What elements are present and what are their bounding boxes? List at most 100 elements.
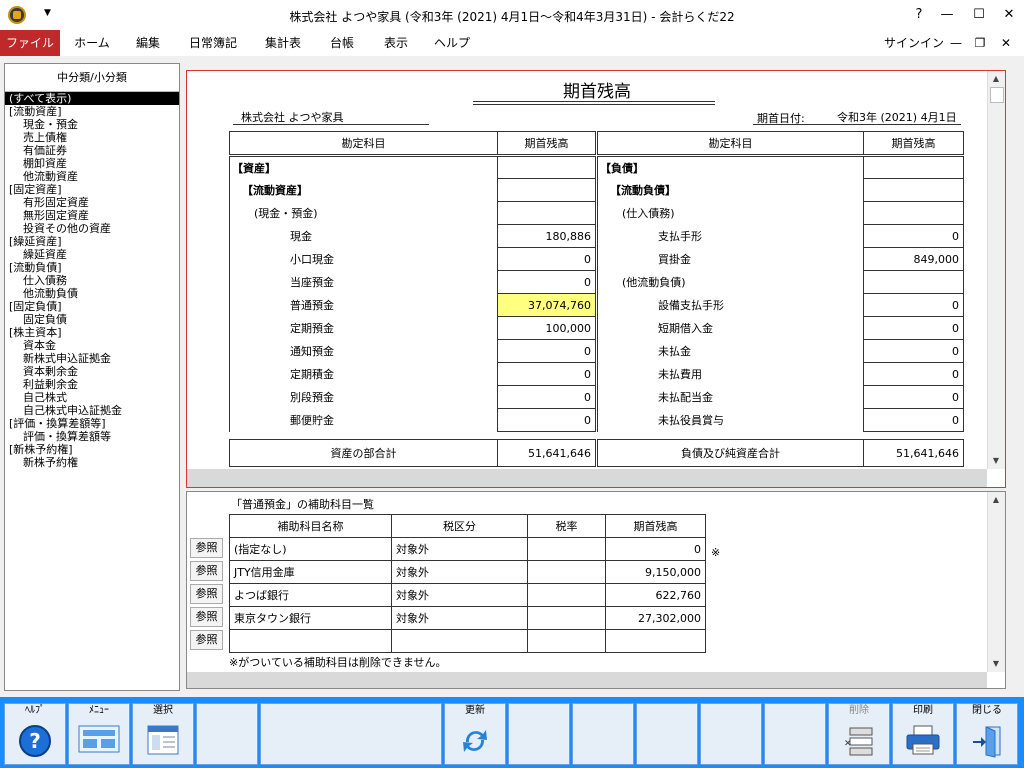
sidebar-item[interactable]: [新株予約権] <box>5 443 179 456</box>
sidebar-item[interactable]: 利益剰余金 <box>5 378 179 391</box>
sub-scroll-up-icon[interactable]: ▲ <box>988 492 1004 508</box>
menu-help[interactable]: ヘルプ <box>428 30 476 56</box>
sidebar-item[interactable]: 他流動資産 <box>5 170 179 183</box>
subaccount-rate-cell[interactable] <box>527 537 606 561</box>
reference-button[interactable]: 参照 <box>190 584 223 604</box>
sidebar-item[interactable]: [流動負債] <box>5 261 179 274</box>
subaccount-name-cell[interactable]: よつば銀行 <box>229 583 392 607</box>
liabilities-balance-cell[interactable]: 0 <box>863 293 964 317</box>
menu-home[interactable]: ホーム <box>68 30 116 56</box>
assets-balance-cell[interactable]: 0 <box>497 362 596 386</box>
subaccount-row[interactable]: JTY信用金庫 対象外 9,150,000 <box>229 560 706 584</box>
ribbon-close-button[interactable]: ✕ <box>996 30 1016 56</box>
ribbon-restore-button[interactable]: ❐ <box>970 30 990 56</box>
menu-summary[interactable]: 集計表 <box>256 30 310 56</box>
sidebar-item[interactable]: 新株予約権 <box>5 456 179 469</box>
signin-link[interactable]: サインイン <box>884 30 944 56</box>
delete-button[interactable]: 削除 ✕ <box>828 703 890 765</box>
liabilities-balance-cell[interactable]: 0 <box>863 408 964 432</box>
sidebar-item[interactable]: [繰延資産] <box>5 235 179 248</box>
sidebar-item[interactable]: 自己株式 <box>5 391 179 404</box>
subaccount-name-cell[interactable] <box>229 629 392 653</box>
assets-balance-cell[interactable] <box>497 155 596 179</box>
subaccount-name-cell[interactable]: (指定なし) <box>229 537 392 561</box>
sidebar-item[interactable]: 無形固定資産 <box>5 209 179 222</box>
maximize-button[interactable]: ☐ <box>966 4 992 26</box>
liabilities-balance-cell[interactable] <box>863 178 964 202</box>
sidebar-item[interactable]: [評価・換算差額等] <box>5 417 179 430</box>
assets-balance-cell[interactable]: 180,886 <box>497 224 596 248</box>
liabilities-balance-cell[interactable]: 0 <box>863 362 964 386</box>
assets-balance-cell[interactable]: 37,074,760 <box>497 293 596 317</box>
sidebar-item[interactable]: 他流動負債 <box>5 287 179 300</box>
sidebar-item[interactable]: 現金・預金 <box>5 118 179 131</box>
assets-balance-cell[interactable]: 0 <box>497 339 596 363</box>
sidebar-item[interactable]: 資本剰余金 <box>5 365 179 378</box>
liabilities-balance-cell[interactable]: 0 <box>863 385 964 409</box>
horizontal-scrollbar[interactable] <box>187 469 987 487</box>
sub-horizontal-scrollbar[interactable] <box>187 672 987 688</box>
reference-button[interactable]: 参照 <box>190 630 223 650</box>
liabilities-balance-cell[interactable]: 0 <box>863 224 964 248</box>
scroll-thumb[interactable] <box>990 87 1004 103</box>
assets-balance-cell[interactable]: 0 <box>497 408 596 432</box>
sidebar-item[interactable]: 有形固定資産 <box>5 196 179 209</box>
sub-vertical-scrollbar[interactable]: ▲ ▼ <box>987 492 1005 672</box>
subaccount-row[interactable]: 東京タウン銀行 対象外 27,302,000 <box>229 606 706 630</box>
sidebar-item[interactable]: 評価・換算差額等 <box>5 430 179 443</box>
minimize-button[interactable]: — <box>934 4 960 26</box>
subaccount-row[interactable]: (指定なし) 対象外 0 <box>229 537 706 561</box>
subaccount-amount-cell[interactable]: 622,760 <box>605 583 706 607</box>
subaccount-tax-cell[interactable]: 対象外 <box>391 560 528 584</box>
assets-balance-cell[interactable] <box>497 201 596 225</box>
liabilities-balance-cell[interactable] <box>863 155 964 179</box>
close-button[interactable]: 閉じる <box>956 703 1018 765</box>
subaccount-name-cell[interactable]: 東京タウン銀行 <box>229 606 392 630</box>
sidebar-item[interactable]: 有価証券 <box>5 144 179 157</box>
select-button[interactable]: 選択 <box>132 703 194 765</box>
subaccount-tax-cell[interactable]: 対象外 <box>391 537 528 561</box>
sidebar-item[interactable]: 棚卸資産 <box>5 157 179 170</box>
close-window-button[interactable]: ✕ <box>996 4 1022 26</box>
sidebar-item[interactable]: 投資その他の資産 <box>5 222 179 235</box>
subaccount-tax-cell[interactable]: 対象外 <box>391 583 528 607</box>
subaccount-amount-cell[interactable]: 9,150,000 <box>605 560 706 584</box>
assets-balance-cell[interactable]: 0 <box>497 247 596 271</box>
sidebar-item[interactable]: [固定資産] <box>5 183 179 196</box>
liabilities-balance-cell[interactable]: 0 <box>863 339 964 363</box>
assets-balance-cell[interactable]: 0 <box>497 270 596 294</box>
subaccount-tax-cell[interactable] <box>391 629 528 653</box>
menu-button[interactable]: ﾒﾆｭｰ <box>68 703 130 765</box>
liabilities-balance-cell[interactable] <box>863 270 964 294</box>
sidebar-item[interactable]: 売上債権 <box>5 131 179 144</box>
sidebar-item[interactable]: 繰延資産 <box>5 248 179 261</box>
subaccount-row[interactable] <box>229 629 706 653</box>
help-icon[interactable]: ? <box>906 4 932 26</box>
sidebar-item[interactable]: 資本金 <box>5 339 179 352</box>
menu-edit[interactable]: 編集 <box>126 30 170 56</box>
menu-file[interactable]: ファイル <box>0 30 60 56</box>
subaccount-amount-cell[interactable]: 27,302,000 <box>605 606 706 630</box>
subaccount-name-cell[interactable]: JTY信用金庫 <box>229 560 392 584</box>
reference-button[interactable]: 参照 <box>190 561 223 581</box>
sidebar-item[interactable]: 固定負債 <box>5 313 179 326</box>
scroll-up-icon[interactable]: ▲ <box>988 71 1004 87</box>
sub-scroll-down-icon[interactable]: ▼ <box>988 656 1004 672</box>
subaccount-row[interactable]: よつば銀行 対象外 622,760 <box>229 583 706 607</box>
sidebar-item[interactable]: (すべて表示) <box>5 92 179 105</box>
subaccount-rate-cell[interactable] <box>527 629 606 653</box>
ribbon-minimize-button[interactable]: — <box>946 30 966 56</box>
assets-balance-cell[interactable]: 0 <box>497 385 596 409</box>
report-vertical-scrollbar[interactable]: ▲ ▼ <box>987 71 1005 469</box>
subaccount-rate-cell[interactable] <box>527 583 606 607</box>
subaccount-amount-cell[interactable] <box>605 629 706 653</box>
sidebar-item[interactable]: 自己株式申込証拠金 <box>5 404 179 417</box>
reference-button[interactable]: 参照 <box>190 538 223 558</box>
scroll-down-icon[interactable]: ▼ <box>988 453 1004 469</box>
help-button[interactable]: ﾍﾙﾌﾟ ? <box>4 703 66 765</box>
print-button[interactable]: 印刷 <box>892 703 954 765</box>
liabilities-balance-cell[interactable]: 0 <box>863 316 964 340</box>
sidebar-item[interactable]: [固定負債] <box>5 300 179 313</box>
subaccount-tax-cell[interactable]: 対象外 <box>391 606 528 630</box>
menu-ledger[interactable]: 台帳 <box>320 30 364 56</box>
